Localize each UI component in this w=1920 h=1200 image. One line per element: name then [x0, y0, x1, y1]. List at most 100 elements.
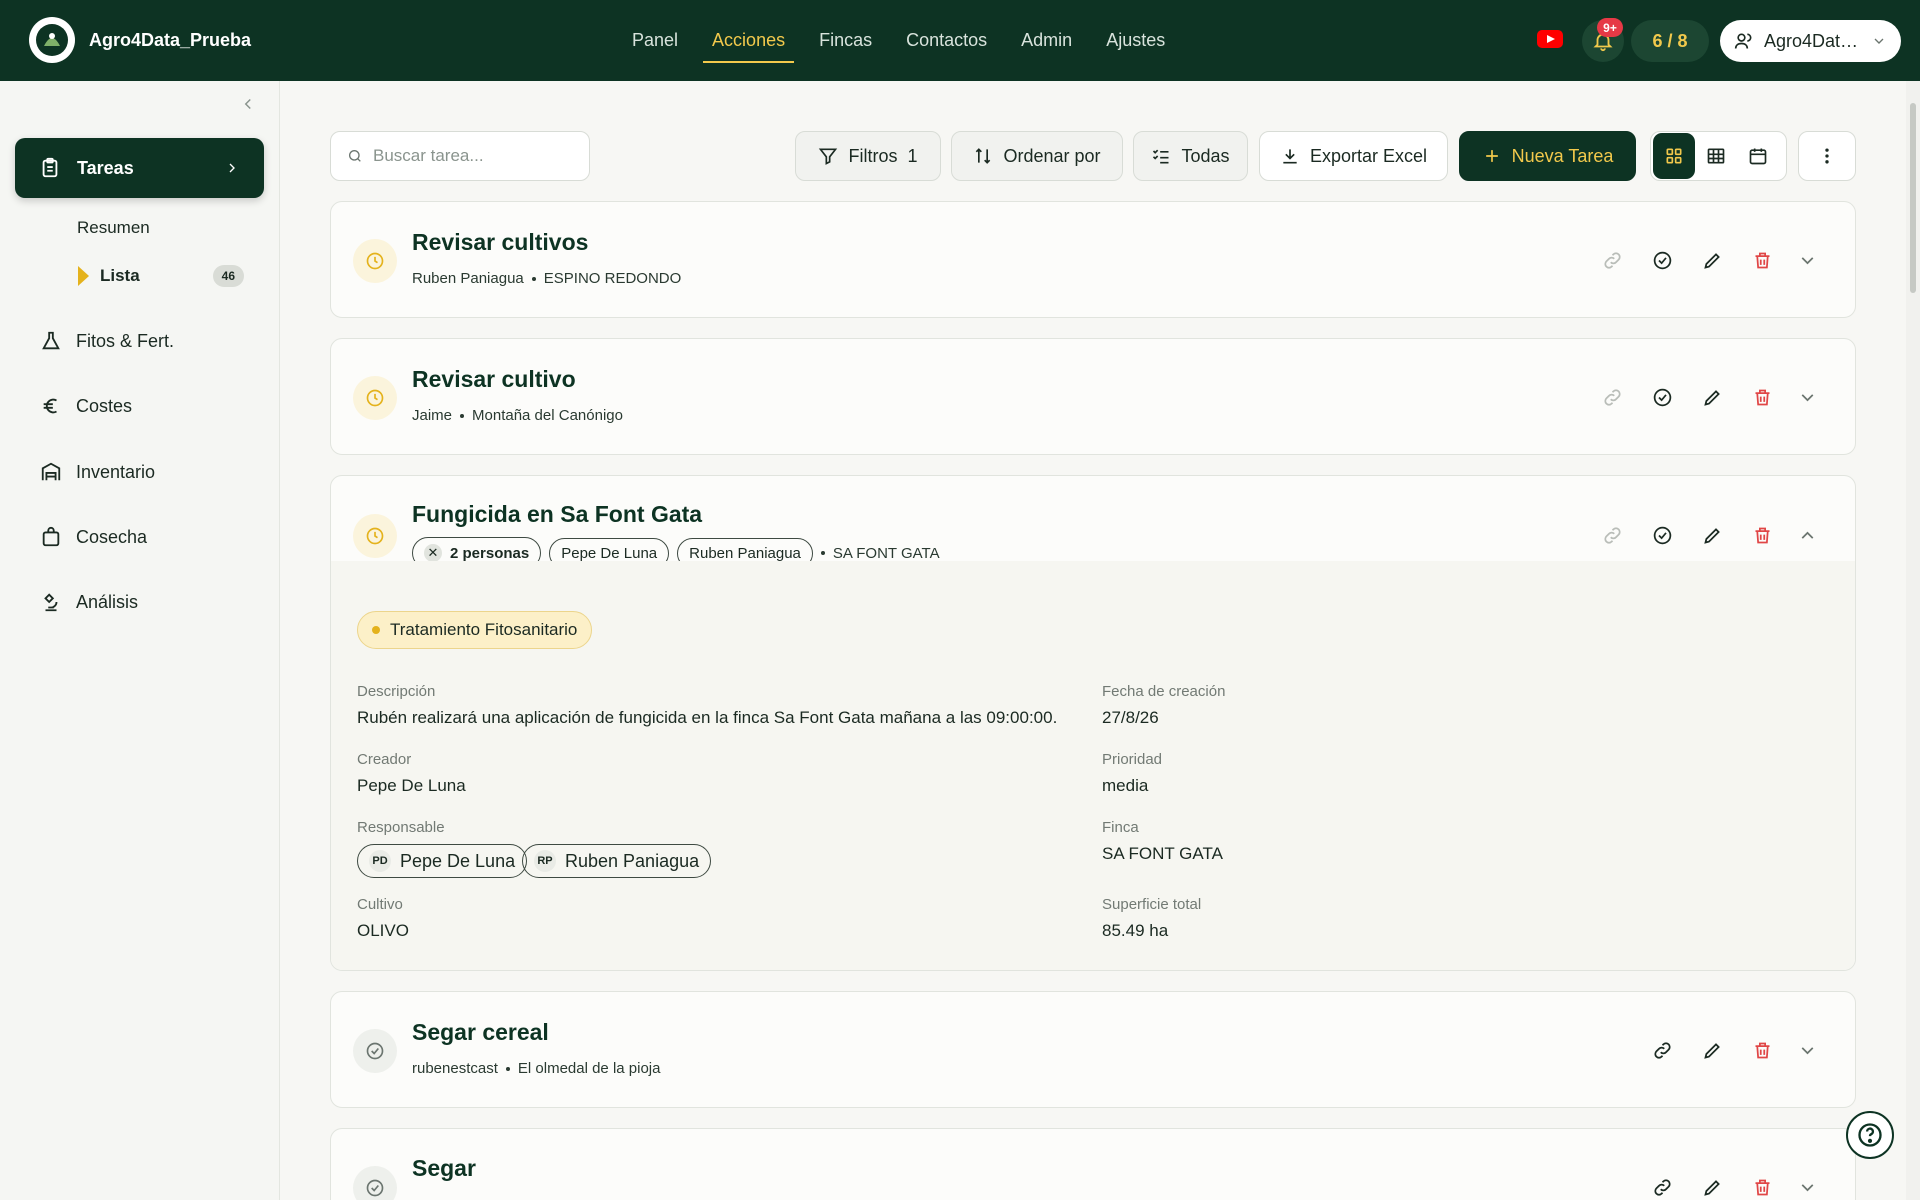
filters-button[interactable]: Filtros 1 [795, 131, 941, 181]
usage-counter[interactable]: 6 / 8 [1631, 20, 1709, 62]
responsable-chip[interactable]: RP Ruben Paniagua [522, 844, 712, 878]
table-view-button[interactable] [1695, 133, 1737, 179]
link-button[interactable] [1587, 520, 1637, 550]
delete-button[interactable] [1737, 245, 1787, 275]
scroll-thumb[interactable] [1910, 103, 1916, 293]
expand-button[interactable] [1787, 382, 1827, 412]
sort-label: Ordenar por [1003, 145, 1101, 166]
close-icon[interactable]: ✕ [424, 544, 442, 562]
task-title: Fungicida en Sa Font Gata [412, 501, 703, 527]
edit-button[interactable] [1687, 1035, 1737, 1065]
user-menu-button[interactable]: Agro4Data_Prueba [1720, 20, 1901, 62]
separator-dot [460, 413, 465, 418]
flask-icon [42, 331, 60, 350]
nav-panel[interactable]: Panel [615, 0, 695, 81]
collapse-sidebar-button[interactable] [238, 95, 258, 115]
link-icon [1653, 1178, 1671, 1196]
task-title: Revisar cultivos [412, 229, 589, 255]
filter-icon [819, 148, 838, 165]
new-task-button[interactable]: Nueva Tarea [1459, 131, 1636, 181]
nav-contactos[interactable]: Contactos [889, 0, 1004, 81]
task-status-pending[interactable] [353, 239, 397, 283]
link-button[interactable] [1637, 1172, 1687, 1200]
nav-ajustes[interactable]: Ajustes [1089, 0, 1182, 81]
brand[interactable]: Agro4Data_Prueba [29, 17, 251, 63]
search-input[interactable] [373, 146, 573, 166]
task-actions [1587, 520, 1827, 550]
task-status-pending[interactable] [353, 514, 397, 558]
pencil-icon [1703, 389, 1720, 406]
nav-admin[interactable]: Admin [1004, 0, 1089, 81]
nav-fincas[interactable]: Fincas [802, 0, 889, 81]
task-farm: El olmedal de la pioja [517, 1060, 661, 1077]
edit-button[interactable] [1687, 245, 1737, 275]
plus-icon [1485, 150, 1498, 162]
task-status-done[interactable] [353, 1029, 397, 1073]
superficie-value: 85.49 ha [1102, 921, 1169, 940]
calendar-view-button[interactable] [1737, 133, 1779, 179]
task-status-done[interactable] [353, 1166, 397, 1200]
expand-button[interactable] [1787, 1035, 1827, 1065]
task-status-pending[interactable] [353, 376, 397, 420]
collapse-button[interactable] [1787, 520, 1827, 550]
warehouse-icon [41, 462, 61, 481]
expand-button[interactable] [1787, 1172, 1827, 1200]
task-card[interactable]: Revisar cultivos Ruben Paniagua ESPINO R… [330, 201, 1856, 318]
clock-icon [366, 389, 384, 407]
responsable-chip[interactable]: PD Pepe De Luna [357, 844, 528, 878]
sort-button[interactable]: Ordenar por [951, 131, 1123, 181]
sidebar-subitem-lista[interactable]: Lista 46 [78, 258, 244, 294]
show-all-button[interactable]: Todas [1133, 131, 1248, 181]
task-farm: ESPINO REDONDO [543, 270, 682, 287]
help-button[interactable] [1846, 1111, 1894, 1159]
sidebar-item-tareas[interactable]: Tareas [15, 138, 264, 198]
avatar: PD [369, 850, 391, 872]
type-dot [372, 626, 380, 634]
delete-button[interactable] [1737, 520, 1787, 550]
edit-button[interactable] [1687, 382, 1737, 412]
fecha-label: Fecha de creación [1102, 683, 1226, 700]
sidebar-item-costes[interactable]: Costes [40, 391, 260, 421]
complete-button[interactable] [1637, 382, 1687, 412]
sidebar-item-inventario[interactable]: Inventario [40, 457, 260, 487]
task-card[interactable]: Segar cereal rubenestcast El olmedal de … [330, 991, 1856, 1108]
delete-button[interactable] [1737, 1035, 1787, 1065]
delete-button[interactable] [1737, 1172, 1787, 1200]
clipboard-icon [42, 157, 58, 178]
task-card[interactable]: Revisar cultivo Jaime Montaña del Canóni… [330, 338, 1856, 455]
grid-view-button[interactable] [1653, 133, 1695, 179]
sidebar-subitem-resumen[interactable]: Resumen [77, 218, 150, 238]
youtube-icon[interactable] [1537, 30, 1563, 48]
task-card[interactable]: Segar [330, 1128, 1856, 1200]
link-button[interactable] [1587, 245, 1637, 275]
sidebar-item-cosecha[interactable]: Cosecha [40, 522, 260, 552]
complete-button[interactable] [1637, 245, 1687, 275]
delete-button[interactable] [1737, 382, 1787, 412]
edit-button[interactable] [1687, 520, 1737, 550]
descripcion-value: Rubén realizará una aplicación de fungic… [357, 708, 1058, 727]
scrollbar[interactable] [1906, 81, 1920, 1200]
euro-icon [43, 398, 57, 414]
creador-label: Creador [357, 751, 412, 768]
link-button[interactable] [1637, 1035, 1687, 1065]
edit-button[interactable] [1687, 1172, 1737, 1200]
task-card-expanded[interactable]: Fungicida en Sa Font Gata ✕ 2 personas P… [330, 475, 1856, 971]
sidebar-item-label: Tareas [77, 157, 134, 178]
sidebar-item-fitos[interactable]: Fitos & Fert. [40, 326, 260, 356]
pencil-icon [1703, 1042, 1720, 1059]
expand-button[interactable] [1787, 245, 1827, 275]
sidebar-item-analisis[interactable]: Análisis [40, 587, 260, 617]
more-options-button[interactable] [1798, 131, 1856, 181]
nav-acciones[interactable]: Acciones [695, 0, 802, 81]
logo-icon [36, 24, 68, 56]
check-circle-icon [1653, 388, 1671, 406]
sort-icon [976, 148, 991, 164]
link-button[interactable] [1587, 382, 1637, 412]
task-farm: Montaña del Canónigo [472, 407, 623, 424]
chevron-up-icon [1801, 531, 1813, 539]
export-excel-button[interactable]: Exportar Excel [1259, 131, 1448, 181]
search-box[interactable] [330, 131, 590, 181]
people-count: 2 personas [450, 544, 530, 562]
search-icon [349, 150, 361, 162]
complete-button[interactable] [1637, 520, 1687, 550]
